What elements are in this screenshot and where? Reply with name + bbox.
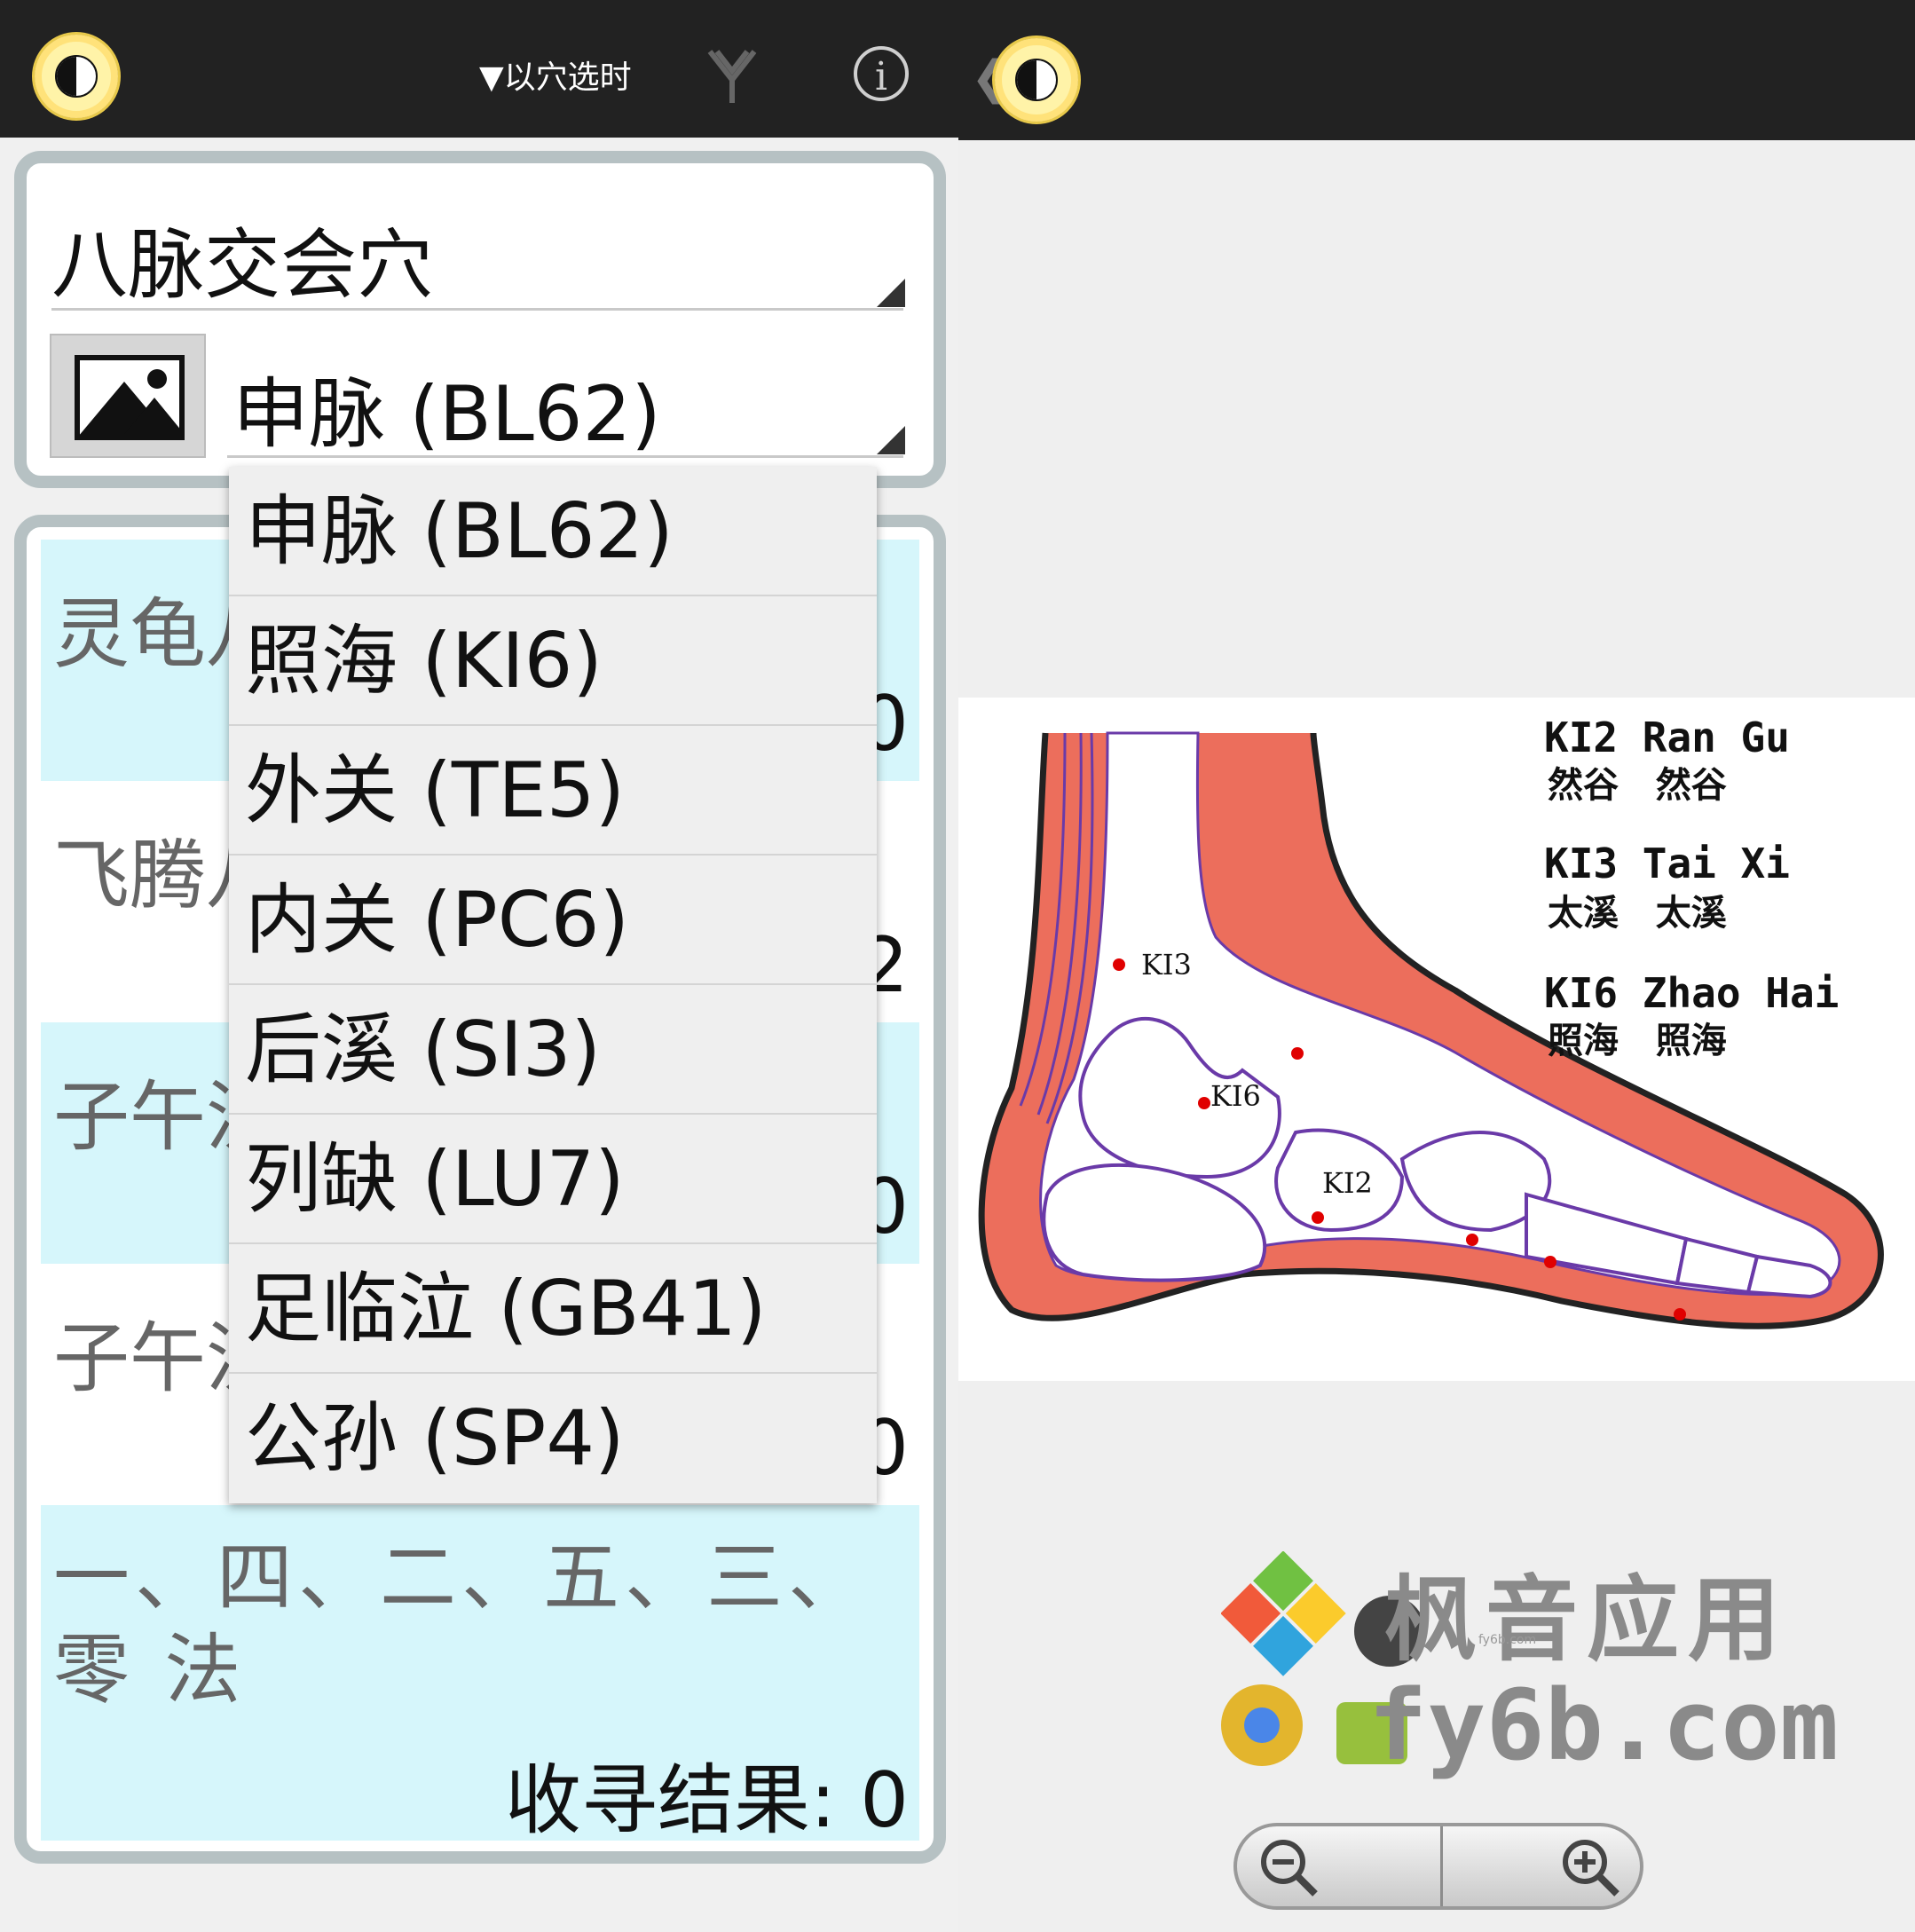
result-count: 收寻结果: 0 <box>504 1756 909 1845</box>
legend-ki3-code: KI3 Tai Xi <box>1544 840 1790 887</box>
dropdown-option[interactable]: 公孙 (SP4) <box>229 1374 877 1503</box>
watermark-text: 枫音应用 <box>1384 1565 1790 1674</box>
result-row[interactable]: 一、四、二、五、三、零 法 收寻结果: 0 <box>41 1505 919 1845</box>
right-pane: ❮ KI3 KI6 KI2 KI2 Ran Gu 然谷 然谷 KI3 Tai X… <box>958 0 1915 1932</box>
watermark-url: fy6b.com <box>1368 1668 1839 1782</box>
spinner-corner-icon <box>877 426 905 454</box>
yin-yang-icon <box>55 55 98 98</box>
dropdown-option[interactable]: 外关 (TE5) <box>229 726 877 856</box>
zoom-control <box>1233 1823 1643 1910</box>
zoom-in-icon[interactable] <box>1555 1832 1626 1903</box>
category-spinner[interactable]: 八脉交会穴 <box>51 202 433 313</box>
yin-yang-icon <box>1015 59 1058 101</box>
point-label-ki3: KI3 <box>1141 948 1192 982</box>
legend-ki6-cn: 照海 照海 <box>1548 1021 1727 1061</box>
app-logo[interactable] <box>992 35 1081 124</box>
foot-illustration[interactable]: KI3 KI6 KI2 KI2 Ran Gu 然谷 然谷 KI3 Tai Xi … <box>958 698 1915 1381</box>
top-bar <box>958 0 1915 140</box>
foot-drawing <box>978 731 1884 1329</box>
image-button[interactable] <box>50 334 206 458</box>
info-icon[interactable]: i <box>854 46 909 101</box>
dropdown-option[interactable]: 列缺 (LU7) <box>229 1115 877 1244</box>
dropdown-option[interactable]: 足临泣 (GB41) <box>229 1244 877 1374</box>
dropdown-option[interactable]: 照海 (KI6) <box>229 596 877 726</box>
dropdown-option[interactable]: 内关 (PC6) <box>229 856 877 985</box>
result-label: 一、四、二、五、三、零 法 <box>53 1534 870 1715</box>
spinner-corner-icon <box>877 279 905 307</box>
category-underline <box>51 308 903 311</box>
left-pane: ▼以穴选时 i 八脉交会穴 申脉 (BL62) 灵龟八 0 飞腾八 2 子午流 … <box>0 0 958 1932</box>
dropdown-option[interactable]: 后溪 (SI3) <box>229 985 877 1115</box>
watermark-small: fy6b.com <box>1478 1633 1537 1647</box>
image-icon <box>75 355 185 440</box>
app-logo[interactable] <box>32 32 121 121</box>
fork-icon[interactable] <box>701 44 763 106</box>
dropdown-option[interactable]: 申脉 (BL62) <box>229 467 877 596</box>
point-spinner[interactable]: 申脉 (BL62) <box>232 351 661 462</box>
point-label-ki2: KI2 <box>1322 1166 1373 1200</box>
zoom-out-icon[interactable] <box>1253 1832 1324 1903</box>
legend-ki3-cn: 太溪 太溪 <box>1548 893 1727 934</box>
point-label-ki6: KI6 <box>1210 1079 1261 1113</box>
point-dropdown-menu: 申脉 (BL62) 照海 (KI6) 外关 (TE5) 内关 (PC6) 后溪 … <box>229 467 877 1503</box>
legend-ki6-code: KI6 Zhao Hai <box>1544 969 1840 1017</box>
point-underline <box>227 455 903 458</box>
legend-ki2-code: KI2 Ran Gu <box>1544 714 1790 761</box>
mode-dropdown[interactable]: ▼以穴选时 <box>479 51 632 98</box>
legend-ki2-cn: 然谷 然谷 <box>1548 765 1727 806</box>
